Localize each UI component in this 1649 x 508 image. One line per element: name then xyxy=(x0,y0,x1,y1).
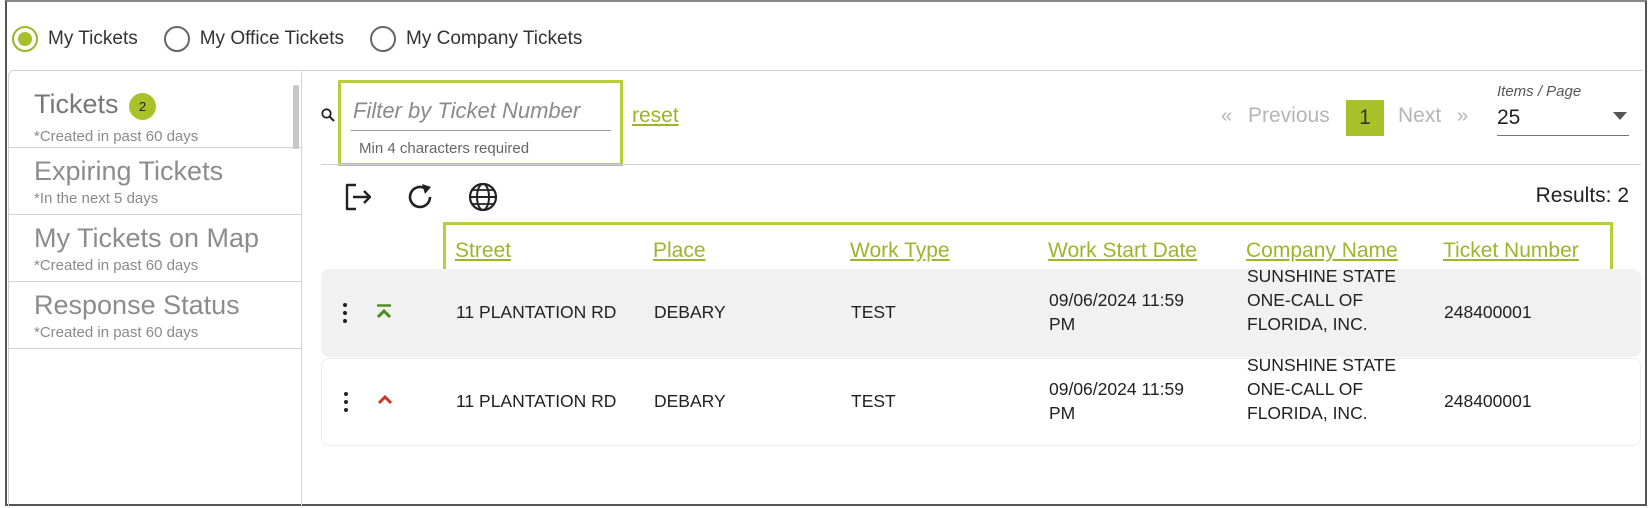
column-header-company-name[interactable]: Company Name xyxy=(1246,239,1398,263)
radio-label: My Company Tickets xyxy=(406,28,583,49)
column-header-ticket-number[interactable]: Ticket Number xyxy=(1443,239,1579,263)
cell-company-name: ONE-CALL OF xyxy=(1247,379,1364,399)
sidebar-item-subtitle: *In the next 5 days xyxy=(34,190,159,207)
cell-company-name: SUNSHINE STATE xyxy=(1247,266,1397,286)
sidebar-item-subtitle: *Created in past 60 days xyxy=(34,257,199,274)
column-header-street[interactable]: Street xyxy=(455,239,511,263)
column-header-work-type[interactable]: Work Type xyxy=(850,239,950,263)
sidebar-item-title: Expiring Tickets xyxy=(34,156,224,186)
filter-hint: Min 4 characters required xyxy=(359,140,530,157)
next-page-button[interactable]: Next xyxy=(1398,104,1441,128)
reset-link[interactable]: reset xyxy=(632,104,679,128)
radio-my-company-tickets[interactable]: My Company Tickets xyxy=(370,26,582,52)
sidebar: Tickets 2 *Created in past 60 days Expir… xyxy=(8,71,302,506)
cell-work-type: TEST xyxy=(851,391,896,411)
previous-page-button[interactable]: Previous xyxy=(1248,104,1330,128)
radio-label: My Office Tickets xyxy=(199,28,345,49)
cell-street: 11 PLANTATION RD xyxy=(456,391,617,411)
cell-work-start-date: 09/06/2024 11:59 xyxy=(1049,379,1184,399)
sidebar-item-title: My Tickets on Map xyxy=(34,223,260,253)
cell-place: DEBARY xyxy=(654,391,726,411)
cell-place: DEBARY xyxy=(654,302,726,322)
double-chevron-up-icon xyxy=(376,304,392,319)
row-menu-icon[interactable] xyxy=(343,392,349,414)
sidebar-item-subtitle: *Created in past 60 days xyxy=(34,128,199,145)
items-per-page-value: 25 xyxy=(1497,106,1521,129)
sidebar-item-title: Tickets xyxy=(34,89,119,119)
items-per-page-label: Items / Page xyxy=(1497,83,1582,100)
divider xyxy=(321,164,1641,165)
radio-my-office-tickets[interactable]: My Office Tickets xyxy=(163,26,345,52)
ticket-filter-box: Min 4 characters required xyxy=(338,80,623,166)
ticket-scope-radio-group: My Tickets My Office Tickets My Company … xyxy=(12,24,608,54)
column-header-place[interactable]: Place xyxy=(653,239,706,263)
search-icon xyxy=(321,108,335,122)
cell-work-start-date: PM xyxy=(1049,314,1076,334)
cell-work-start-date: 09/06/2024 11:59 xyxy=(1049,290,1184,310)
radio-circle xyxy=(12,26,38,52)
column-header-work-start-date[interactable]: Work Start Date xyxy=(1048,239,1197,263)
chevron-up-icon xyxy=(377,394,393,405)
row-menu-icon[interactable] xyxy=(342,303,348,325)
radio-label: My Tickets xyxy=(48,28,138,49)
globe-icon[interactable] xyxy=(467,181,499,213)
items-per-page-select[interactable]: 25 xyxy=(1497,104,1629,136)
cell-work-start-date: PM xyxy=(1049,403,1076,423)
cell-ticket-number: 248400001 xyxy=(1444,302,1532,322)
export-icon[interactable] xyxy=(342,181,374,213)
results-count: Results: 2 xyxy=(1535,184,1629,207)
cell-company-name: FLORIDA, INC. xyxy=(1247,314,1368,334)
sidebar-item-expiring-tickets[interactable]: Expiring Tickets *In the next 5 days xyxy=(8,148,302,215)
sidebar-item-tickets[interactable]: Tickets 2 *Created in past 60 days xyxy=(8,71,302,148)
sidebar-item-tickets-on-map[interactable]: My Tickets on Map *Created in past 60 da… xyxy=(8,215,302,282)
table-row[interactable]: 11 PLANTATION RD DEBARY TEST 09/06/2024 … xyxy=(321,355,1641,446)
current-page-button[interactable]: 1 xyxy=(1346,100,1384,136)
count-badge: 2 xyxy=(129,93,156,120)
radio-circle xyxy=(163,26,190,52)
ticket-number-filter-input[interactable] xyxy=(351,91,611,131)
caret-down-icon xyxy=(1613,112,1627,120)
sidebar-item-title: Response Status xyxy=(34,290,240,320)
radio-circle xyxy=(370,26,397,52)
cell-company-name: ONE-CALL OF xyxy=(1247,290,1364,310)
table-row[interactable]: 11 PLANTATION RD DEBARY TEST 09/06/2024 … xyxy=(321,266,1641,357)
refresh-icon[interactable] xyxy=(405,181,437,213)
next-arrow-icon[interactable]: » xyxy=(1457,105,1468,128)
sidebar-scrollbar[interactable] xyxy=(293,85,299,149)
cell-company-name: FLORIDA, INC. xyxy=(1247,403,1368,423)
cell-street: 11 PLANTATION RD xyxy=(456,302,617,322)
previous-arrow-icon[interactable]: « xyxy=(1221,105,1232,128)
radio-my-tickets[interactable]: My Tickets xyxy=(12,26,138,52)
cell-work-type: TEST xyxy=(851,302,896,322)
sidebar-item-response-status[interactable]: Response Status *Created in past 60 days xyxy=(8,282,302,349)
cell-ticket-number: 248400001 xyxy=(1444,391,1532,411)
cell-company-name: SUNSHINE STATE xyxy=(1247,355,1397,375)
sidebar-item-subtitle: *Created in past 60 days xyxy=(34,324,199,341)
radio-dot xyxy=(18,32,32,46)
